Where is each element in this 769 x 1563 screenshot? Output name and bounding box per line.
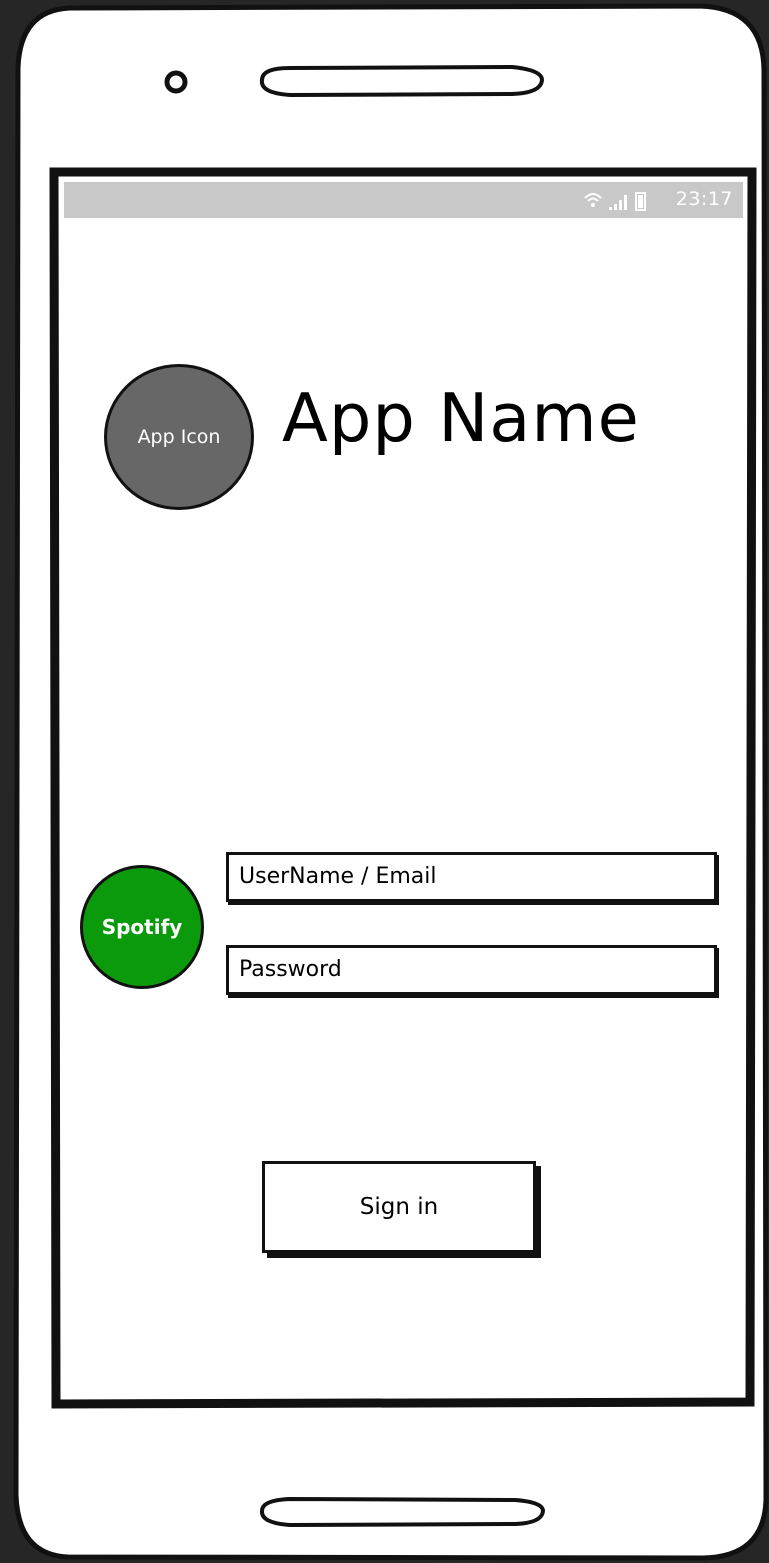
password-placeholder: Password: [239, 957, 342, 982]
app-name-title: App Name: [282, 379, 640, 457]
username-email-field[interactable]: UserName / Email: [226, 852, 717, 902]
phone-body: [13, 3, 769, 1561]
app-icon: App Icon: [104, 364, 254, 510]
wifi-icon: [584, 193, 602, 207]
wireframe-canvas: 23:17 App Icon App Name Spotify UserName…: [0, 0, 769, 1563]
sign-in-button[interactable]: Sign in: [262, 1161, 536, 1253]
password-field[interactable]: Password: [226, 945, 717, 995]
sign-in-label: Sign in: [359, 1194, 439, 1220]
spotify-login-button[interactable]: Spotify: [80, 865, 204, 989]
status-time: 23:17: [675, 188, 733, 210]
username-placeholder: UserName / Email: [239, 864, 437, 889]
battery-icon: [635, 192, 646, 211]
status-bar: 23:17: [64, 182, 743, 218]
phone-frame: [13, 3, 769, 1561]
signal-icon: [609, 195, 627, 210]
app-icon-label: App Icon: [137, 426, 221, 448]
spotify-label: Spotify: [101, 915, 183, 939]
status-icons: [584, 192, 646, 211]
